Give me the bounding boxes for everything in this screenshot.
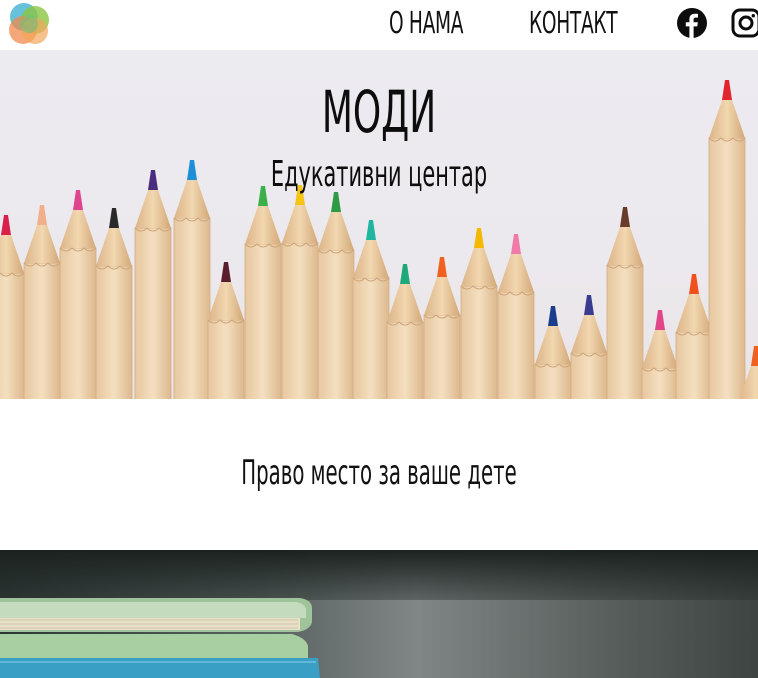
pencil-18 <box>606 207 644 399</box>
pencil-1 <box>0 215 25 399</box>
pencil-8 <box>244 186 282 399</box>
books-image-banner <box>0 550 758 678</box>
site-header: О НАМА КОНТАКТ <box>0 0 758 50</box>
pencil-14 <box>460 228 498 399</box>
stacked-books-image <box>0 598 320 678</box>
nav-about-link[interactable]: О НАМА <box>389 6 463 41</box>
pencil-16 <box>534 306 572 399</box>
pencil-4 <box>95 208 133 399</box>
pencil-17 <box>570 295 608 399</box>
pencil-15 <box>497 234 535 399</box>
modi-logo-icon[interactable] <box>4 0 54 48</box>
hero-banner: МОДИ Едукативни центар <box>0 50 758 399</box>
hero-subtitle: Едукативни центар <box>270 154 488 195</box>
tagline-heading: Право место за ваше дете <box>241 453 517 493</box>
pencil-6 <box>173 160 211 399</box>
pencil-2 <box>23 205 61 399</box>
pencil-20 <box>675 274 713 399</box>
pencil-10 <box>317 192 355 399</box>
pencil-11 <box>352 220 390 399</box>
instagram-icon[interactable] <box>731 8 758 38</box>
pencil-21 <box>708 80 746 399</box>
hero-title: МОДИ <box>321 78 437 146</box>
pencil-5 <box>134 170 172 399</box>
pencil-19 <box>641 310 679 399</box>
pencil-3 <box>59 190 97 399</box>
nav-contact-link[interactable]: КОНТАКТ <box>529 6 618 41</box>
pencil-13 <box>423 257 461 399</box>
facebook-icon[interactable] <box>677 8 707 38</box>
pencil-9 <box>281 185 319 399</box>
pencil-7 <box>207 262 245 399</box>
pencil-12 <box>386 264 424 399</box>
